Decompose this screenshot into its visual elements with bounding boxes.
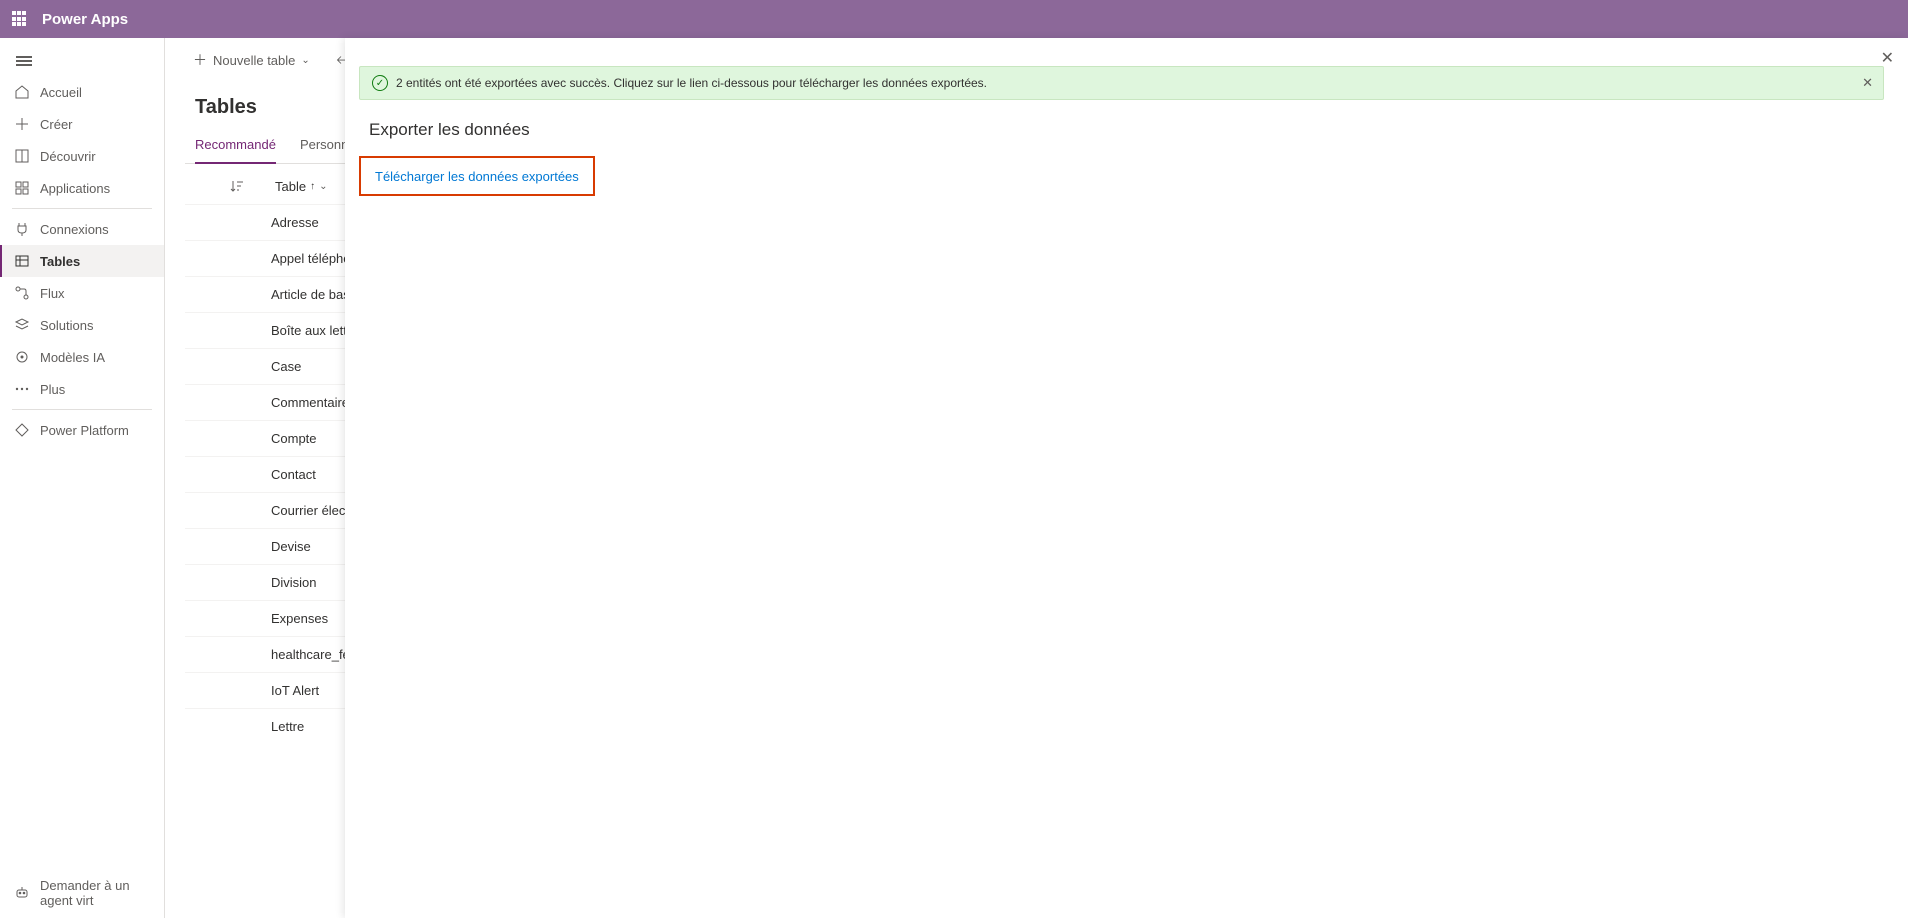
chevron-down-icon: ⌄ [319, 181, 327, 192]
nav-items: Accueil Créer Découvrir Applications Con… [0, 76, 164, 868]
sidebar-item-label: Découvrir [40, 149, 96, 164]
panel-title: Exporter les données [369, 120, 1884, 140]
sidebar-item-label: Flux [40, 286, 65, 301]
export-panel: ✕ ✓ 2 entités ont été exportées avec suc… [345, 38, 1908, 918]
sidebar-item-modeles-ia[interactable]: Modèles IA [0, 341, 164, 373]
success-banner: ✓ 2 entités ont été exportées avec succè… [359, 66, 1884, 100]
table-cell: Compte [271, 431, 317, 446]
plug-icon [14, 221, 30, 237]
success-message: 2 entités ont été exportées avec succès.… [396, 76, 987, 90]
hamburger-icon[interactable] [0, 46, 164, 76]
layers-icon [14, 317, 30, 333]
sidebar-item-flux[interactable]: Flux [0, 277, 164, 309]
sidebar-item-accueil[interactable]: Accueil [0, 76, 164, 108]
table-cell: Lettre [271, 719, 304, 734]
power-platform-icon [14, 422, 30, 438]
table-cell: Commentaires [271, 395, 356, 410]
banner-close-icon[interactable]: ✕ [1862, 75, 1873, 91]
tab-recommande[interactable]: Recommandé [195, 137, 276, 164]
grid-icon [14, 180, 30, 196]
plus-icon [14, 116, 30, 132]
sort-icon[interactable] [229, 178, 245, 194]
sidebar-item-label: Tables [40, 254, 80, 269]
sidebar-item-plus[interactable]: Plus [0, 373, 164, 405]
nav-divider [12, 208, 152, 209]
book-icon [14, 148, 30, 164]
toolbar-label: Nouvelle table [213, 53, 295, 68]
table-cell: Adresse [271, 215, 319, 230]
check-circle-icon: ✓ [372, 75, 388, 91]
download-highlight-box: Télécharger les données exportées [359, 156, 595, 196]
sidebar-item-label: Modèles IA [40, 350, 105, 365]
sidebar-item-creer[interactable]: Créer [0, 108, 164, 140]
sidebar-footer-agent[interactable]: Demander à un agent virt [0, 868, 164, 918]
bot-icon [14, 885, 30, 901]
chevron-down-icon: ⌄ [301, 55, 309, 66]
download-link[interactable]: Télécharger les données exportées [375, 169, 579, 184]
sidebar-item-power-platform[interactable]: Power Platform [0, 414, 164, 446]
sidebar-item-label: Applications [40, 181, 110, 196]
home-icon [14, 84, 30, 100]
sidebar-item-applications[interactable]: Applications [0, 172, 164, 204]
table-cell: Expenses [271, 611, 328, 626]
plus-icon: ＋ [193, 50, 207, 70]
nav-divider [12, 409, 152, 410]
close-icon[interactable]: ✕ [1881, 48, 1894, 68]
waffle-icon[interactable] [12, 11, 28, 27]
sidebar-item-label: Connexions [40, 222, 109, 237]
sidebar: Accueil Créer Découvrir Applications Con… [0, 38, 165, 918]
sidebar-item-label: Créer [40, 117, 73, 132]
column-header-table[interactable]: Table ↑ ⌄ [275, 179, 327, 194]
sort-up-icon: ↑ [310, 181, 315, 192]
sidebar-item-solutions[interactable]: Solutions [0, 309, 164, 341]
app-header: Power Apps [0, 0, 1908, 38]
flow-icon [14, 285, 30, 301]
table-cell: Devise [271, 539, 311, 554]
main-content: ＋ Nouvelle table ⌄ Imp Tables Recommandé… [165, 38, 1908, 918]
new-table-button[interactable]: ＋ Nouvelle table ⌄ [185, 46, 318, 74]
dots-icon [14, 381, 30, 397]
sidebar-item-connexions[interactable]: Connexions [0, 213, 164, 245]
sidebar-item-label: Plus [40, 382, 65, 397]
sidebar-item-label: Power Platform [40, 423, 129, 438]
sidebar-footer-label: Demander à un agent virt [40, 878, 150, 908]
sidebar-item-label: Solutions [40, 318, 93, 333]
table-cell: IoT Alert [271, 683, 319, 698]
sidebar-item-tables[interactable]: Tables [0, 245, 164, 277]
table-icon [14, 253, 30, 269]
sidebar-item-decouvrir[interactable]: Découvrir [0, 140, 164, 172]
table-cell: Contact [271, 467, 316, 482]
column-label: Table [275, 179, 306, 194]
ai-icon [14, 349, 30, 365]
sidebar-item-label: Accueil [40, 85, 82, 100]
app-title: Power Apps [42, 11, 128, 28]
table-cell: Division [271, 575, 317, 590]
table-cell: Case [271, 359, 301, 374]
